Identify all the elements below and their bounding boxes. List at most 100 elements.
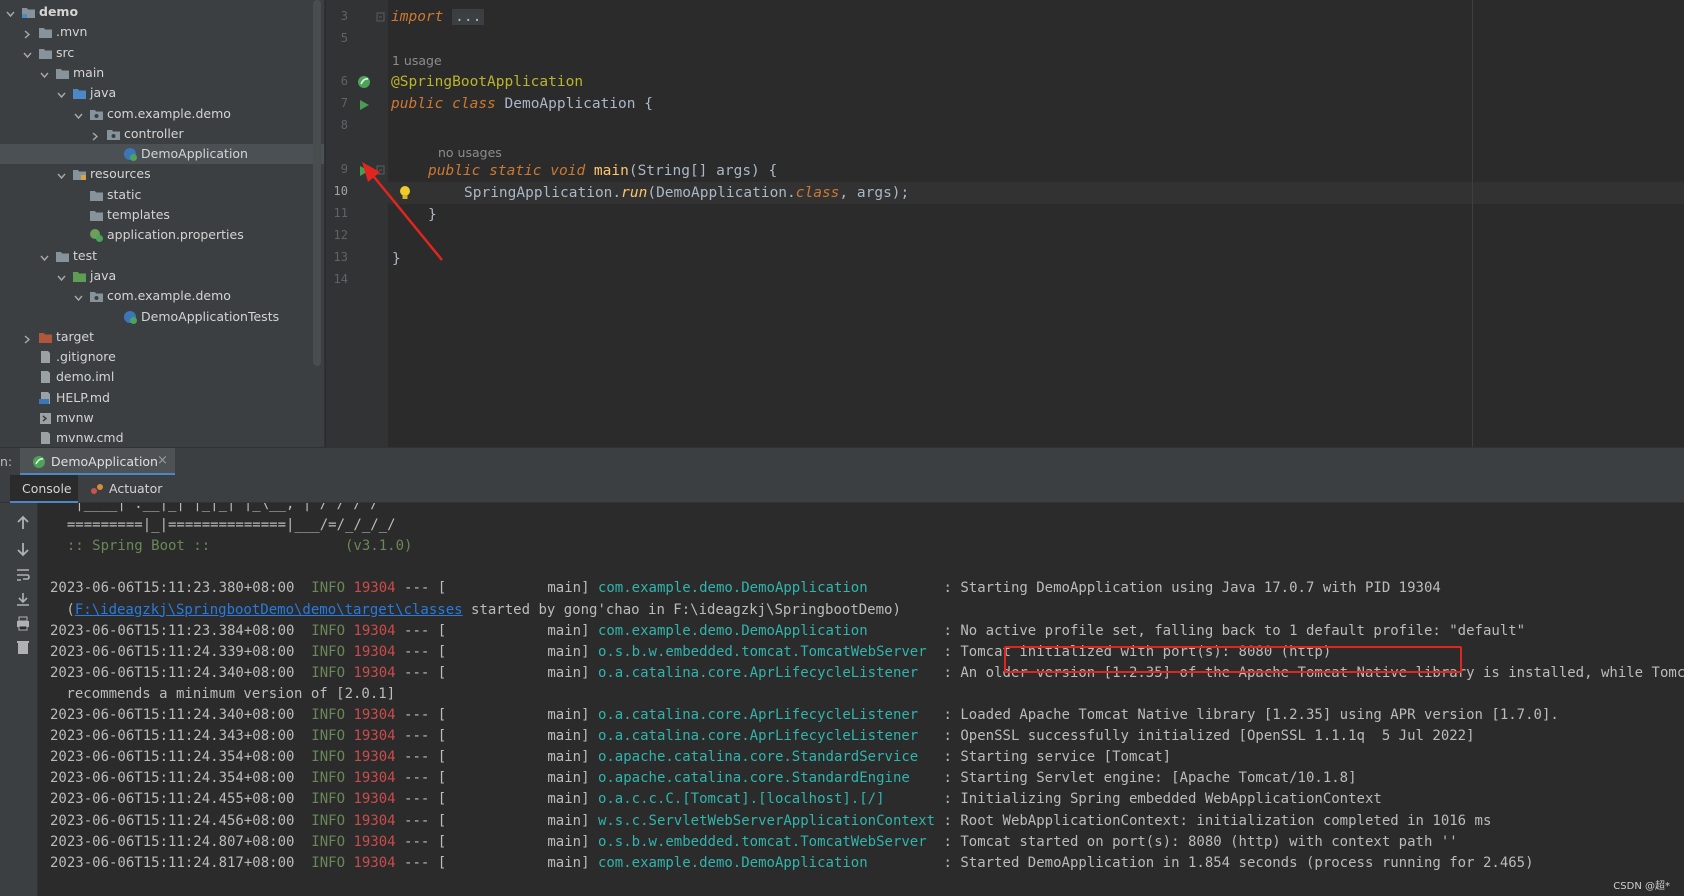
- chevron-down-icon[interactable]: [74, 109, 83, 119]
- tree-item[interactable]: .mvn: [0, 22, 324, 42]
- scroll-to-end-icon[interactable]: [15, 591, 31, 607]
- log-line: (F:\ideagzkj\SpringbootDemo\demo\target\…: [58, 599, 900, 621]
- close-icon[interactable]: ×: [157, 453, 168, 468]
- tree-item-label: src: [56, 44, 75, 60]
- chevron-down-icon[interactable]: [40, 68, 49, 78]
- log-separator: --- [: [404, 770, 447, 787]
- tree-item[interactable]: mvnw.cmd: [0, 428, 324, 447]
- log-timestamp: 2023-06-06T15:11:23.380+08:00: [50, 580, 295, 597]
- run-tab-demoapplication[interactable]: DemoApplication ×: [20, 448, 175, 476]
- params: [] args) {: [689, 163, 778, 179]
- log-line: 2023-06-06T15:11:24.340+08:00 INFO 19304…: [50, 704, 1559, 726]
- line-number: 6: [340, 74, 348, 88]
- chevron-down-icon[interactable]: [6, 7, 15, 18]
- chevron-right-icon[interactable]: [91, 129, 99, 141]
- run-toolwindow-header: n: DemoApplication ×: [0, 447, 1684, 476]
- run-gutter-icon[interactable]: [358, 99, 370, 111]
- tree-item[interactable]: java: [0, 83, 324, 103]
- tree-item[interactable]: templates: [0, 205, 324, 225]
- chevron-down-icon[interactable]: [40, 251, 49, 261]
- tree-item[interactable]: static: [0, 185, 324, 205]
- fold-icon[interactable]: [376, 12, 385, 22]
- log-line: 2023-06-06T15:11:24.817+08:00 INFO 19304…: [50, 852, 1534, 874]
- package-icon: [106, 127, 121, 141]
- spring-bean-gutter-icon[interactable]: [357, 75, 371, 89]
- no-usages-hint[interactable]: no usages: [438, 145, 502, 160]
- log-separator: --- [: [404, 580, 447, 597]
- dot: .: [612, 185, 622, 201]
- line-number: 5: [340, 31, 348, 45]
- tab-actuator[interactable]: Actuator: [84, 475, 174, 503]
- actuator-icon: [91, 484, 103, 494]
- tree-item[interactable]: .gitignore: [0, 347, 324, 367]
- log-timestamp: 2023-06-06T15:11:24.354+08:00: [50, 770, 295, 787]
- chevron-down-icon[interactable]: [74, 291, 83, 302]
- tree-item[interactable]: test: [0, 246, 324, 266]
- test-source-folder-icon: [72, 269, 87, 283]
- chevron-down-icon[interactable]: [57, 271, 66, 281]
- classpath-link[interactable]: F:\ideagzkj\SpringbootDemo\demo\target\c…: [75, 602, 463, 618]
- tree-item-label: application.properties: [107, 227, 244, 243]
- log-pid: 19304: [353, 833, 396, 850]
- code-editor[interactable]: 3 5 6 7 8 9 10 11 12 13 14 import ... 1 …: [326, 0, 1684, 447]
- tree-item[interactable]: mvnw: [0, 408, 324, 428]
- keyword: static: [489, 163, 542, 179]
- tree-scrollbar[interactable]: [313, 0, 321, 366]
- tree-item[interactable]: com.example.demo: [0, 104, 324, 124]
- line-number: 13: [333, 250, 348, 264]
- tree-item[interactable]: com.example.demo: [0, 286, 324, 306]
- tree-item[interactable]: DemoApplication: [0, 144, 324, 165]
- trash-icon[interactable]: [15, 639, 31, 655]
- keyword: void: [550, 163, 586, 179]
- tree-item-label: mvnw: [56, 410, 94, 425]
- log-pid: 19304: [353, 791, 396, 808]
- class-ref: SpringApplication: [464, 185, 613, 201]
- scroll-down-icon[interactable]: [15, 541, 31, 557]
- tree-item[interactable]: main: [0, 63, 324, 83]
- keyword: class: [452, 96, 496, 112]
- tree-item[interactable]: src: [0, 43, 324, 63]
- log-line: 2023-06-06T15:11:24.354+08:00 INFO 19304…: [50, 746, 1171, 768]
- spring-class-icon: [123, 310, 138, 324]
- tree-item[interactable]: DemoApplicationTests: [0, 307, 324, 327]
- paren: (: [628, 163, 638, 179]
- log-line: 2023-06-06T15:11:23.380+08:00 INFO 19304…: [50, 577, 1441, 599]
- log-thread: main]: [454, 833, 590, 850]
- run-subtabs: Console Actuator: [0, 475, 1684, 503]
- folder-icon: [38, 25, 53, 39]
- tree-item[interactable]: target: [0, 327, 324, 347]
- tab-console[interactable]: Console: [10, 475, 78, 503]
- tree-item[interactable]: java: [0, 266, 324, 286]
- log-thread: main]: [454, 707, 590, 723]
- chevron-down-icon[interactable]: [57, 88, 66, 99]
- log-pid: 19304: [353, 707, 396, 723]
- tree-item-label: com.example.demo: [107, 105, 231, 121]
- tree-item[interactable]: demo.iml: [0, 367, 324, 387]
- source-folder-icon: [72, 86, 87, 100]
- tree-item[interactable]: HELP.md: [0, 388, 324, 408]
- dot: .: [787, 185, 796, 201]
- chevron-right-icon[interactable]: [23, 332, 31, 344]
- log-thread: main]: [454, 812, 590, 829]
- console-output[interactable]: |____| .__|_| |_|_| |_\__, | / / / / ===…: [0, 503, 1684, 896]
- tree-item[interactable]: application.properties: [0, 225, 324, 245]
- tree-item[interactable]: controller: [0, 124, 324, 144]
- chevron-down-icon[interactable]: [57, 169, 66, 180]
- chevron-right-icon[interactable]: [23, 27, 31, 39]
- log-thread: main]: [454, 749, 590, 766]
- scroll-up-icon[interactable]: [15, 515, 31, 531]
- soft-wrap-icon[interactable]: [15, 567, 31, 583]
- tree-item-label: templates: [107, 207, 170, 222]
- log-message: : Starting service [Tomcat]: [935, 749, 1172, 766]
- log-logger: o.s.b.w.embedded.tomcat.TomcatWebServer: [597, 643, 936, 660]
- tree-item[interactable]: demo: [0, 2, 324, 22]
- tree-item-label: HELP.md: [56, 389, 110, 405]
- tree-item[interactable]: resources: [0, 164, 324, 184]
- package-icon: [89, 107, 104, 121]
- log-message: : Started DemoApplication in 1.854 secon…: [935, 854, 1534, 871]
- code-line-run-call: SpringApplication.run(DemoApplication.cl…: [464, 182, 909, 204]
- usage-hint[interactable]: 1 usage: [392, 53, 442, 68]
- print-icon[interactable]: [15, 615, 31, 631]
- import-fold-placeholder[interactable]: ...: [452, 9, 485, 25]
- chevron-down-icon[interactable]: [23, 48, 32, 58]
